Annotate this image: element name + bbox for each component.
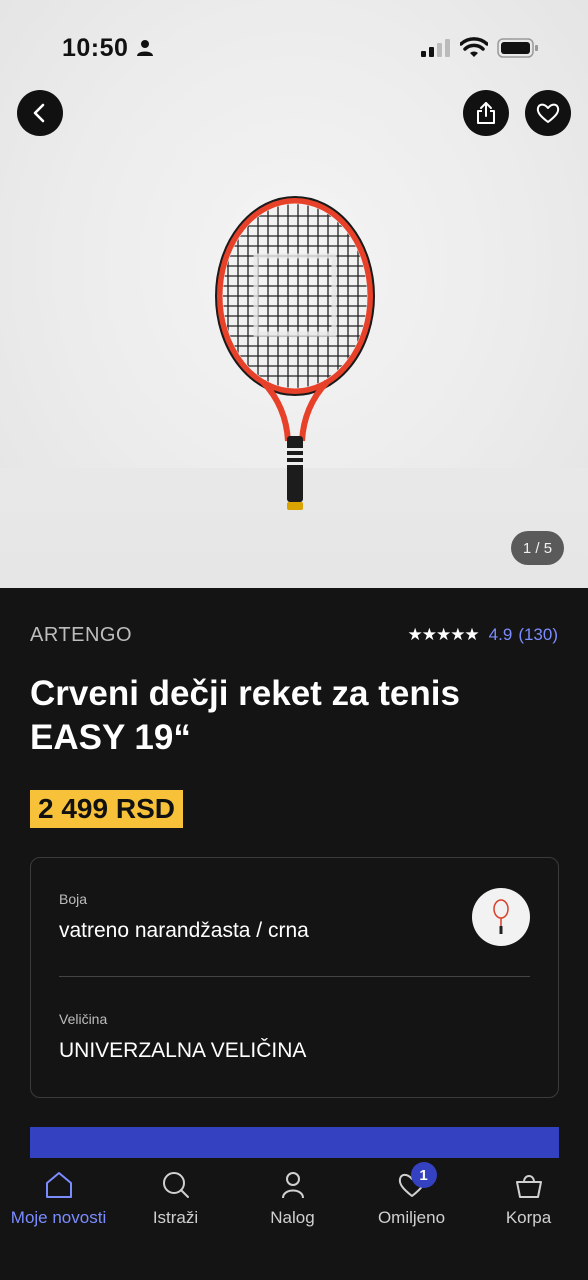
nav-label: Istraži <box>152 1208 199 1227</box>
chevron-left-icon <box>33 103 45 123</box>
nav-label: Moje novosti <box>10 1208 107 1227</box>
size-label: Veličina <box>59 1011 108 1027</box>
gallery-counter: 1 / 5 <box>511 531 564 565</box>
battery-icon <box>497 38 538 58</box>
color-label: Boja <box>59 891 88 907</box>
user-icon <box>281 1172 304 1199</box>
signal-icon <box>421 39 450 57</box>
heart-icon <box>536 103 560 123</box>
color-value: vatreno narandžasta / crna <box>59 919 309 942</box>
favorite-button[interactable] <box>525 90 571 136</box>
racket-thumbnail-icon <box>493 899 509 934</box>
rating-stars: ★★★★★ <box>407 625 479 645</box>
favorites-count-badge: 1 <box>410 1162 437 1188</box>
tennis-racket-image <box>215 196 375 510</box>
wifi-icon <box>460 37 488 57</box>
brand-name[interactable]: ARTENGO <box>30 624 132 647</box>
person-icon <box>137 40 153 56</box>
search-icon <box>162 1172 189 1198</box>
price-tag: 2 499 RSD <box>30 790 183 828</box>
bottom-navigation: Moje novosti Istraži Nalog 1 Omiljeno Ko… <box>0 1158 588 1280</box>
basket-icon <box>515 1175 542 1198</box>
nav-label: Omiljeno <box>377 1208 446 1227</box>
product-image-gallery[interactable]: 10:50 1 / 5 <box>0 0 588 588</box>
rating-value: 4.9 <box>488 625 513 644</box>
nav-item-moje-novosti[interactable]: Moje novosti <box>0 1168 117 1228</box>
nav-label: Nalog <box>270 1208 315 1227</box>
size-value: UNIVERZALNA VELIČINA <box>59 1039 307 1062</box>
status-time: 10:50 <box>62 34 129 62</box>
product-title: Crveni dečji reket za tenis EASY 19“ <box>30 674 460 757</box>
nav-item-nalog[interactable]: Nalog <box>234 1168 351 1228</box>
home-icon <box>45 1172 72 1198</box>
rating-count: (130) <box>518 625 558 644</box>
share-icon <box>477 102 495 124</box>
nav-label: Korpa <box>505 1208 552 1227</box>
nav-item-korpa[interactable]: Korpa <box>470 1168 587 1228</box>
color-option[interactable]: Boja vatreno narandžasta / crna <box>31 858 558 976</box>
rating-summary[interactable]: ★★★★★ 4.9 (130) <box>407 625 558 645</box>
share-button[interactable] <box>463 90 509 136</box>
status-bar: 10:50 <box>0 0 588 96</box>
back-button[interactable] <box>17 90 63 136</box>
nav-item-istrazi[interactable]: Istraži <box>117 1168 234 1228</box>
size-option[interactable]: Veličina UNIVERZALNA VELIČINA <box>31 977 558 1097</box>
nav-item-omiljeno[interactable]: 1 Omiljeno <box>353 1162 470 1228</box>
product-options-card: Boja vatreno narandžasta / crna Veličina… <box>30 857 559 1098</box>
color-swatch[interactable] <box>472 888 530 946</box>
